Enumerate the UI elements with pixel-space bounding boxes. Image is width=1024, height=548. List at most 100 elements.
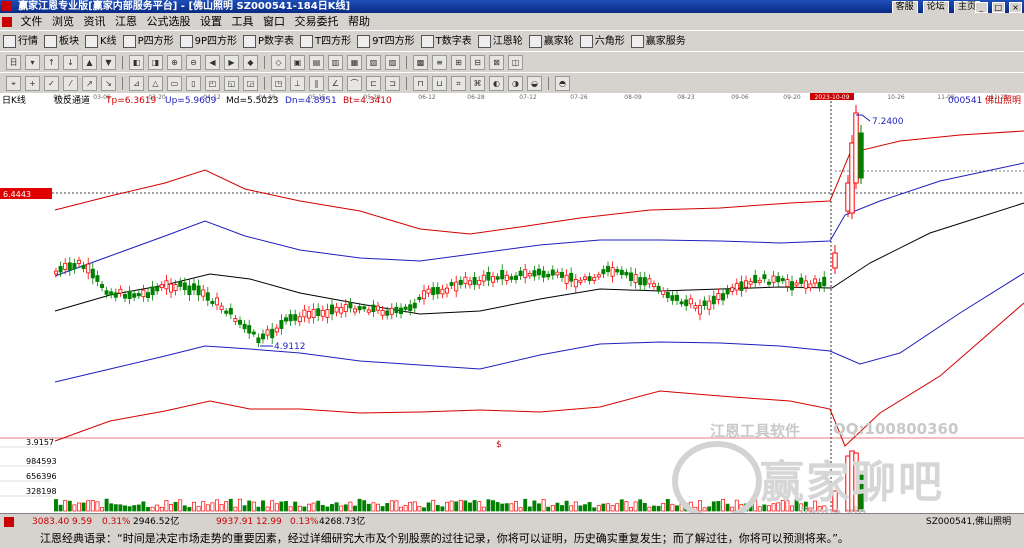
volume-bar (247, 500, 252, 512)
analysis-tool-icon[interactable]: ⌘ (470, 76, 485, 91)
volume-bar (54, 499, 58, 512)
maximize-button[interactable]: □ (991, 2, 1005, 13)
toolbar-item-0[interactable]: 行情 (3, 31, 38, 52)
draw-tool-icon[interactable]: ▣ (290, 55, 305, 70)
draw-tool-icon[interactable]: ≡ (432, 55, 447, 70)
draw-tool-icon[interactable]: ▼ (101, 55, 116, 70)
candle-body (389, 307, 394, 315)
draw-tool-icon[interactable]: ◆ (243, 55, 258, 70)
analysis-tool-icon[interactable]: ⊥ (290, 76, 305, 91)
toolbar-item-12[interactable]: 赢家服务 (630, 31, 686, 52)
analysis-tool-icon[interactable]: ↗ (82, 76, 97, 91)
sz-index-value[interactable]: 9937.91 (216, 514, 253, 530)
candle-body (90, 268, 95, 279)
draw-tool-icon[interactable]: ▲ (82, 55, 97, 70)
volume-bar (330, 504, 334, 512)
menu-formula-selection[interactable]: 公式选股 (147, 15, 191, 28)
analysis-tool-icon[interactable]: ◑ (508, 76, 523, 91)
analysis-tool-icon[interactable]: ▯ (186, 76, 201, 91)
draw-tool-icon[interactable]: ▩ (413, 55, 428, 70)
draw-tool-icon[interactable]: ◇ (271, 55, 286, 70)
menu-help[interactable]: 帮助 (348, 15, 370, 28)
candle-body (421, 290, 426, 300)
toolbar-item-10[interactable]: 赢家轮 (528, 31, 574, 52)
draw-tool-icon[interactable]: ▶ (224, 55, 239, 70)
analysis-tool-icon[interactable]: ⌒ (347, 76, 362, 91)
analysis-tool-icon[interactable]: ◱ (224, 76, 239, 91)
draw-tool-icon[interactable]: ▾ (25, 55, 40, 70)
menu-browse[interactable]: 浏览 (52, 15, 74, 28)
analysis-tool-icon[interactable]: ◒ (527, 76, 542, 91)
app-menu-icon[interactable] (2, 17, 12, 27)
draw-tool-icon[interactable]: ⊕ (167, 55, 182, 70)
candle-body (711, 295, 716, 305)
analysis-tool-icon[interactable]: △ (148, 76, 163, 91)
sh-index-value[interactable]: 3083.40 (32, 514, 69, 530)
minimize-button[interactable]: _ (974, 2, 988, 13)
analysis-tool-icon[interactable]: ▭ (167, 76, 182, 91)
candle-body (256, 337, 261, 344)
draw-tool-icon[interactable]: ◧ (129, 55, 144, 70)
volume-bar (261, 500, 265, 512)
toolbar-item-11[interactable]: 六角形 (579, 31, 625, 52)
menu-news[interactable]: 资讯 (84, 15, 106, 28)
draw-tool-icon[interactable]: ◀ (205, 55, 220, 70)
draw-tool-icon[interactable]: ⊖ (186, 55, 201, 70)
volume-bar (219, 504, 224, 512)
draw-tool-icon[interactable]: ▧ (366, 55, 381, 70)
toolbar-item-7[interactable]: 9T四方形 (357, 31, 415, 52)
menu-settings[interactable]: 设置 (200, 15, 222, 28)
toolbar-item-4[interactable]: 9P四方形 (179, 31, 237, 52)
toolbar-item-8[interactable]: T数字表 (420, 31, 472, 52)
analysis-tool-icon[interactable]: ⊏ (366, 76, 381, 91)
volume-bar (132, 505, 137, 512)
draw-tool-icon[interactable]: ▥ (328, 55, 343, 70)
analysis-tool-icon[interactable]: ◳ (271, 76, 286, 91)
analysis-tool-icon[interactable]: ∠ (328, 76, 343, 91)
draw-tool-icon[interactable]: ▤ (309, 55, 324, 70)
analysis-tool-icon[interactable]: ↘ (101, 76, 116, 91)
analysis-tool-icon[interactable]: ◰ (205, 76, 220, 91)
draw-tool-icon[interactable]: ▨ (385, 55, 400, 70)
draw-tool-icon[interactable]: ⊠ (489, 55, 504, 70)
draw-tool-icon[interactable]: ↓ (63, 55, 78, 70)
analysis-tool-icon[interactable]: ◓ (555, 76, 570, 91)
toolbar-item-1[interactable]: 板块 (44, 31, 79, 52)
draw-tool-icon[interactable]: ◫ (508, 55, 523, 70)
candle-body (412, 302, 417, 309)
menu-window[interactable]: 窗口 (263, 15, 285, 28)
analysis-tool-icon[interactable]: ⌖ (6, 76, 21, 91)
analysis-tool-icon[interactable]: + (25, 76, 40, 91)
draw-tool-icon[interactable]: ▦ (347, 55, 362, 70)
analysis-tool-icon[interactable]: ⌗ (451, 76, 466, 91)
menu-tools[interactable]: 工具 (232, 15, 254, 28)
toolbar-item-9[interactable]: 江恩轮 (477, 31, 523, 52)
analysis-tool-icon[interactable]: ⁄ (63, 76, 78, 91)
analysis-tool-icon[interactable]: ⊔ (432, 76, 447, 91)
menu-trade[interactable]: 交易委托 (295, 15, 339, 28)
toolbar-item-5[interactable]: P数字表 (243, 31, 294, 52)
draw-tool-icon[interactable]: ⊞ (451, 55, 466, 70)
close-button[interactable]: × (1009, 2, 1022, 13)
analysis-tool-icon[interactable]: ⊐ (385, 76, 400, 91)
analysis-tool-icon[interactable]: ✓ (44, 76, 59, 91)
volume-bar (458, 499, 463, 512)
draw-tool-icon[interactable]: ⊟ (470, 55, 485, 70)
draw-tool-icon[interactable]: 日 (6, 55, 21, 70)
volume-bar (675, 505, 679, 512)
draw-tool-icon[interactable]: ◨ (148, 55, 163, 70)
analysis-tool-icon[interactable]: ⊓ (413, 76, 428, 91)
analysis-tool-icon[interactable]: ∥ (309, 76, 324, 91)
analysis-tool-icon[interactable]: ◐ (489, 76, 504, 91)
analysis-tool-icon[interactable]: ⊿ (129, 76, 144, 91)
toolbar-item-3[interactable]: P四方形 (122, 31, 174, 52)
candle-body (537, 268, 542, 276)
toolbar-item-6[interactable]: T四方形 (300, 31, 351, 52)
menu-gann[interactable]: 江恩 (115, 15, 137, 28)
volume-bar (182, 505, 187, 512)
candle-body (242, 323, 247, 330)
draw-tool-icon[interactable]: ↑ (44, 55, 59, 70)
toolbar-item-2[interactable]: K线 (85, 31, 117, 52)
menu-file[interactable]: 文件 (21, 15, 43, 28)
analysis-tool-icon[interactable]: ◲ (243, 76, 258, 91)
